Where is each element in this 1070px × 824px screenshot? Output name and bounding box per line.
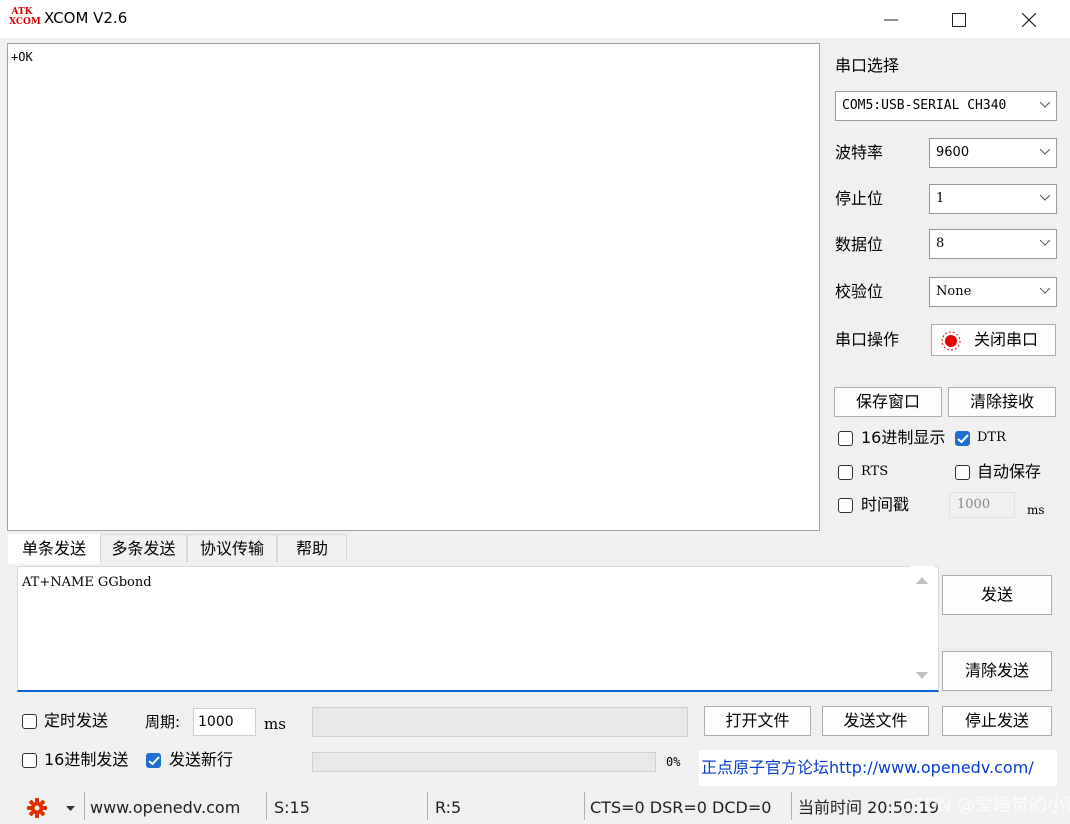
forum-link[interactable]: 正点原子官方论坛http://www.openedv.com/ (701, 758, 1034, 778)
dtr-checkbox[interactable] (955, 431, 970, 446)
close-button[interactable] (1005, 0, 1051, 38)
send-progress-percent: 0% (666, 755, 681, 769)
chevron-down-icon (1040, 288, 1050, 294)
send-newline-checkbox[interactable] (146, 753, 161, 768)
open-file-button[interactable]: 打开文件 (704, 706, 811, 736)
tab-help[interactable]: 帮助 (277, 534, 347, 562)
parity-label: 校验位 (835, 282, 884, 301)
send-data: AT+NAME GGbond (22, 575, 152, 590)
port-operation-label: 串口操作 (835, 330, 900, 349)
save-window-button[interactable]: 保存窗口 (834, 387, 942, 417)
data-bits-select[interactable]: 8 (929, 229, 1057, 259)
auto-save-checkbox[interactable] (955, 465, 970, 480)
port-select-label: 串口选择 (835, 56, 900, 75)
chevron-down-icon (1040, 195, 1050, 201)
timed-send-label: 定时发送 (44, 711, 109, 730)
hex-send-checkbox[interactable] (22, 753, 37, 768)
send-scrollbar[interactable] (910, 566, 934, 690)
port-select-value: COM5:USB-SERIAL CH340 (842, 98, 1007, 113)
tab-protocol-transfer[interactable]: 协议传输 (187, 534, 277, 562)
port-select[interactable]: COM5:USB-SERIAL CH340 (835, 91, 1057, 121)
period-value: 1000 (198, 714, 234, 730)
parity-select[interactable]: None (929, 277, 1057, 307)
dropdown-arrow-icon[interactable] (66, 806, 75, 812)
tab-multi-send[interactable]: 多条发送 (100, 534, 187, 562)
clear-receive-button[interactable]: 清除接收 (948, 387, 1056, 417)
hex-display-checkbox[interactable] (838, 431, 853, 446)
chevron-down-icon (1040, 240, 1050, 246)
app-logo: ATK XCOM (9, 7, 41, 29)
receive-text-area[interactable]: +OK (7, 43, 820, 531)
checkmark-icon (148, 756, 160, 766)
status-separator (427, 792, 428, 820)
send-newline-label: 发送新行 (169, 750, 234, 769)
status-separator (584, 792, 585, 820)
stop-bits-label: 停止位 (835, 189, 884, 208)
status-separator (84, 792, 85, 820)
dtr-label: DTR (977, 430, 1006, 445)
port-status-indicator-icon (941, 331, 961, 351)
period-input[interactable]: 1000 (193, 708, 256, 736)
hex-display-label: 16进制显示 (861, 428, 946, 447)
maximize-icon (952, 13, 966, 27)
baud-rate-label: 波特率 (835, 143, 884, 162)
timestamp-label: 时间戳 (861, 495, 910, 514)
logo-top-text: ATK (11, 7, 33, 17)
close-icon (1022, 13, 1036, 27)
timed-send-checkbox[interactable] (22, 714, 37, 729)
period-unit: ms (264, 715, 286, 733)
send-text-area[interactable]: AT+NAME GGbond (17, 566, 939, 692)
received-data: +OK (11, 50, 33, 64)
scroll-up-icon[interactable] (916, 576, 928, 584)
data-bits-label: 数据位 (835, 235, 884, 254)
baud-rate-value: 9600 (936, 145, 970, 160)
period-label: 周期: (145, 713, 181, 731)
file-path-field (312, 707, 688, 737)
chevron-down-icon (1040, 149, 1050, 155)
chevron-down-icon (1040, 102, 1050, 108)
forum-link-box[interactable]: 正点原子官方论坛http://www.openedv.com/ (699, 750, 1057, 786)
send-file-button[interactable]: 发送文件 (822, 706, 929, 736)
website-text: www.openedv.com (90, 798, 241, 817)
minimize-icon (884, 19, 898, 21)
send-button[interactable]: 发送 (942, 575, 1052, 615)
close-port-button[interactable]: 关闭串口 (931, 324, 1056, 356)
hex-send-label: 16进制发送 (44, 750, 129, 769)
rts-checkbox[interactable] (838, 465, 853, 480)
watermark: CSDN @爱睡觉的小蒜 (900, 795, 1070, 816)
status-separator (791, 792, 792, 820)
minimize-button[interactable] (867, 0, 913, 38)
stop-bits-select[interactable]: 1 (929, 184, 1057, 214)
timestamp-interval-value: 1000 (957, 497, 991, 512)
sent-count: S:15 (274, 798, 310, 817)
rts-label: RTS (861, 464, 889, 479)
baud-rate-select[interactable]: 9600 (929, 138, 1057, 168)
data-bits-value: 8 (936, 236, 945, 251)
maximize-button[interactable] (935, 0, 981, 38)
checkmark-icon (957, 434, 969, 444)
scroll-down-icon[interactable] (916, 672, 928, 680)
send-progress-bar (312, 752, 656, 772)
tab-single-send[interactable]: 单条发送 (8, 534, 100, 564)
timestamp-checkbox[interactable] (838, 498, 853, 513)
logo-bottom-text: XCOM (9, 17, 41, 27)
parity-value: None (936, 284, 972, 299)
stop-send-button[interactable]: 停止发送 (942, 706, 1052, 736)
status-separator (266, 792, 267, 820)
window-title: XCOM V2.6 (44, 9, 128, 27)
stop-bits-value: 1 (936, 191, 945, 206)
received-count: R:5 (435, 798, 462, 817)
settings-gear-icon[interactable] (26, 797, 48, 819)
timestamp-unit: ms (1027, 503, 1045, 517)
clear-send-button[interactable]: 清除发送 (942, 651, 1052, 691)
timestamp-interval-input[interactable]: 1000 (949, 492, 1015, 518)
line-status: CTS=0 DSR=0 DCD=0 (590, 798, 772, 817)
close-port-label: 关闭串口 (974, 330, 1039, 349)
auto-save-label: 自动保存 (977, 462, 1042, 481)
